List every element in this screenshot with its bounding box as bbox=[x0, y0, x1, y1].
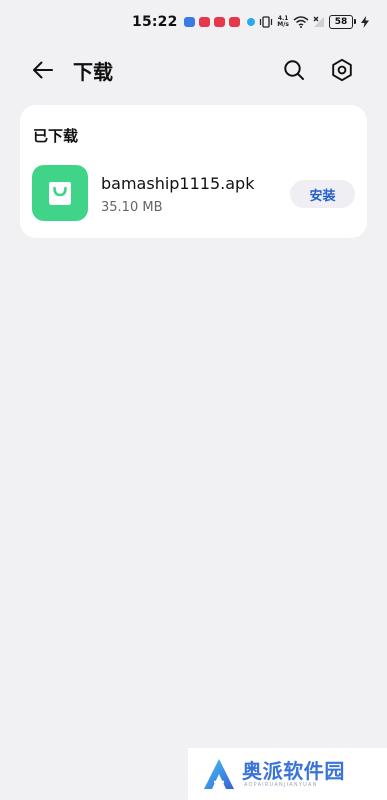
system-icons: 4.1 M/s 58 bbox=[259, 13, 369, 32]
download-item[interactable]: bamaship1115.apk 35.10 MB 安装 bbox=[20, 165, 367, 225]
app-icon bbox=[32, 165, 88, 221]
gear-icon bbox=[332, 58, 352, 82]
watermark-subtitle: AOPAIRUANJIANYUAN bbox=[244, 781, 318, 788]
app-bar: 下载 bbox=[0, 44, 387, 94]
netspeed-readout: 4.1 M/s bbox=[277, 15, 289, 28]
charging-icon bbox=[361, 13, 369, 32]
cyan-dot-icon bbox=[246, 18, 255, 26]
red-app-icon bbox=[213, 17, 225, 27]
downloaded-card: 已下载 bamaship1115.apk 35.10 MB 安装 bbox=[20, 105, 367, 238]
red-app-icon bbox=[228, 17, 240, 27]
vibrate-icon bbox=[259, 13, 273, 32]
search-icon bbox=[284, 60, 304, 80]
status-time: 15:22 bbox=[132, 14, 178, 30]
file-name: bamaship1115.apk bbox=[101, 174, 255, 193]
file-size: 35.10 MB bbox=[101, 200, 163, 215]
search-button[interactable] bbox=[279, 55, 309, 85]
page-title: 下载 bbox=[73, 60, 113, 84]
shopping-bag-icon bbox=[49, 182, 71, 205]
battery-icon: 58 bbox=[329, 15, 356, 29]
notification-icons bbox=[183, 17, 255, 27]
install-button[interactable]: 安装 bbox=[290, 180, 355, 208]
watermark-logo-icon bbox=[202, 757, 236, 791]
status-bar: 15:22 4.1 M/s 58 bbox=[0, 0, 387, 44]
arrow-left-icon bbox=[33, 61, 53, 79]
watermark-title: 奥派软件园 bbox=[242, 758, 345, 783]
red-app-icon bbox=[198, 17, 210, 27]
signal-off-icon bbox=[313, 13, 325, 32]
back-button[interactable] bbox=[28, 55, 58, 85]
settings-button[interactable] bbox=[327, 55, 357, 85]
section-title: 已下载 bbox=[33, 127, 79, 145]
wifi-icon bbox=[293, 13, 309, 32]
watermark: 奥派软件园 AOPAIRUANJIANYUAN bbox=[188, 748, 387, 800]
blue-app-icon bbox=[183, 17, 195, 27]
